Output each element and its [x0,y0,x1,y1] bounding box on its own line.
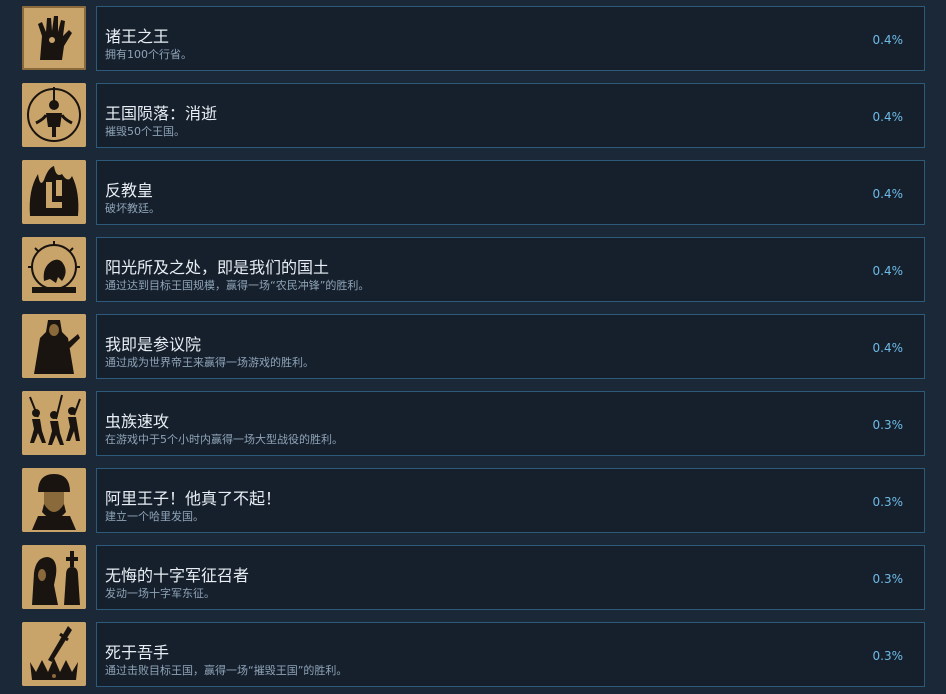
achievement-row[interactable]: 无悔的十字军征召者 发动一场十字军东征。 0.3% [0,544,946,610]
achievement-description: 破坏教廷。 [105,202,160,215]
achievement-title: 阿里王子！他真了不起！ [105,489,282,508]
achievement-title: 阳光所及之处，即是我们的国土 [105,258,330,277]
sword-crown-icon [22,622,86,686]
achievement-description: 拥有100个行省。 [105,48,192,61]
achievement-panel: 虫族速攻 在游戏中于5个小时内赢得一场大型战役的胜利。 0.3% [96,391,925,456]
unlock-percentage: 0.4% [872,264,904,278]
lion-sun-icon [22,237,86,301]
achievement-title: 我即是参议院 [105,335,202,354]
unlock-percentage: 0.4% [872,110,904,124]
raised-hand-icon [22,6,86,70]
achievement-row[interactable]: 我即是参议院 通过成为世界帝王来赢得一场游戏的胜利。 0.4% [0,313,946,379]
achievement-row[interactable]: 阿里王子！他真了不起！ 建立一个哈里发国。 0.3% [0,467,946,533]
burning-letter-icon [22,160,86,224]
unlock-percentage: 0.3% [872,572,904,586]
achievement-row[interactable]: 阳光所及之处，即是我们的国土 通过达到目标王国规模，赢得一场“农民冲锋”的胜利。… [0,236,946,302]
achievement-panel: 死于吾手 通过击败目标王国，赢得一场“摧毁王国”的胜利。 0.3% [96,622,925,687]
achievement-title: 诸王之王 [105,27,170,46]
achievement-description: 通过达到目标王国规模，赢得一场“农民冲锋”的胜利。 [105,279,370,292]
achievement-title: 反教皇 [105,181,154,200]
achievement-description: 建立一个哈里发国。 [105,510,204,523]
achievement-row[interactable]: 王国陨落：消逝 摧毁50个王国。 0.4% [0,82,946,148]
achievement-title: 王国陨落：消逝 [105,104,218,123]
unlock-percentage: 0.4% [872,341,904,355]
achievement-panel: 阳光所及之处，即是我们的国土 通过达到目标王国规模，赢得一场“农民冲锋”的胜利。… [96,237,925,302]
unlock-percentage: 0.3% [872,418,904,432]
unlock-percentage: 0.4% [872,33,904,47]
achievement-row[interactable]: 反教皇 破坏教廷。 0.4% [0,159,946,225]
achievement-list: 诸王之王 拥有100个行省。 0.4% 王国陨落：消逝 摧毁50个王国。 0.4… [0,0,946,694]
achievement-row[interactable]: 诸王之王 拥有100个行省。 0.4% [0,5,946,71]
robed-emperor-icon [22,314,86,378]
crusader-preacher-icon [22,545,86,609]
achievement-description: 摧毁50个王国。 [105,125,185,138]
achievement-panel: 阿里王子！他真了不起！ 建立一个哈里发国。 0.3% [96,468,925,533]
achievement-title: 死于吾手 [105,643,170,662]
achievement-description: 通过成为世界帝王来赢得一场游戏的胜利。 [105,356,314,369]
achievement-title: 无悔的十字军征召者 [105,566,250,585]
charging-peasants-icon [22,391,86,455]
unlock-percentage: 0.4% [872,187,904,201]
achievement-description: 在游戏中于5个小时内赢得一场大型战役的胜利。 [105,433,343,446]
unlock-percentage: 0.3% [872,495,904,509]
achievement-panel: 我即是参议院 通过成为世界帝王来赢得一场游戏的胜利。 0.4% [96,314,925,379]
unlock-percentage: 0.3% [872,649,904,663]
turbaned-prince-icon [22,468,86,532]
achievement-panel: 反教皇 破坏教廷。 0.4% [96,160,925,225]
achievement-row[interactable]: 虫族速攻 在游戏中于5个小时内赢得一场大型战役的胜利。 0.3% [0,390,946,456]
achievement-panel: 诸王之王 拥有100个行省。 0.4% [96,6,925,71]
achievement-panel: 王国陨落：消逝 摧毁50个王国。 0.4% [96,83,925,148]
achievement-panel: 无悔的十字军征召者 发动一场十字军东征。 0.3% [96,545,925,610]
achievement-row[interactable]: 死于吾手 通过击败目标王国，赢得一场“摧毁王国”的胜利。 0.3% [0,621,946,687]
achievement-description: 通过击败目标王国，赢得一场“摧毁王国”的胜利。 [105,664,348,677]
achievement-title: 虫族速攻 [105,412,170,431]
achievement-description: 发动一场十字军东征。 [105,587,215,600]
hanging-figure-icon [22,83,86,147]
